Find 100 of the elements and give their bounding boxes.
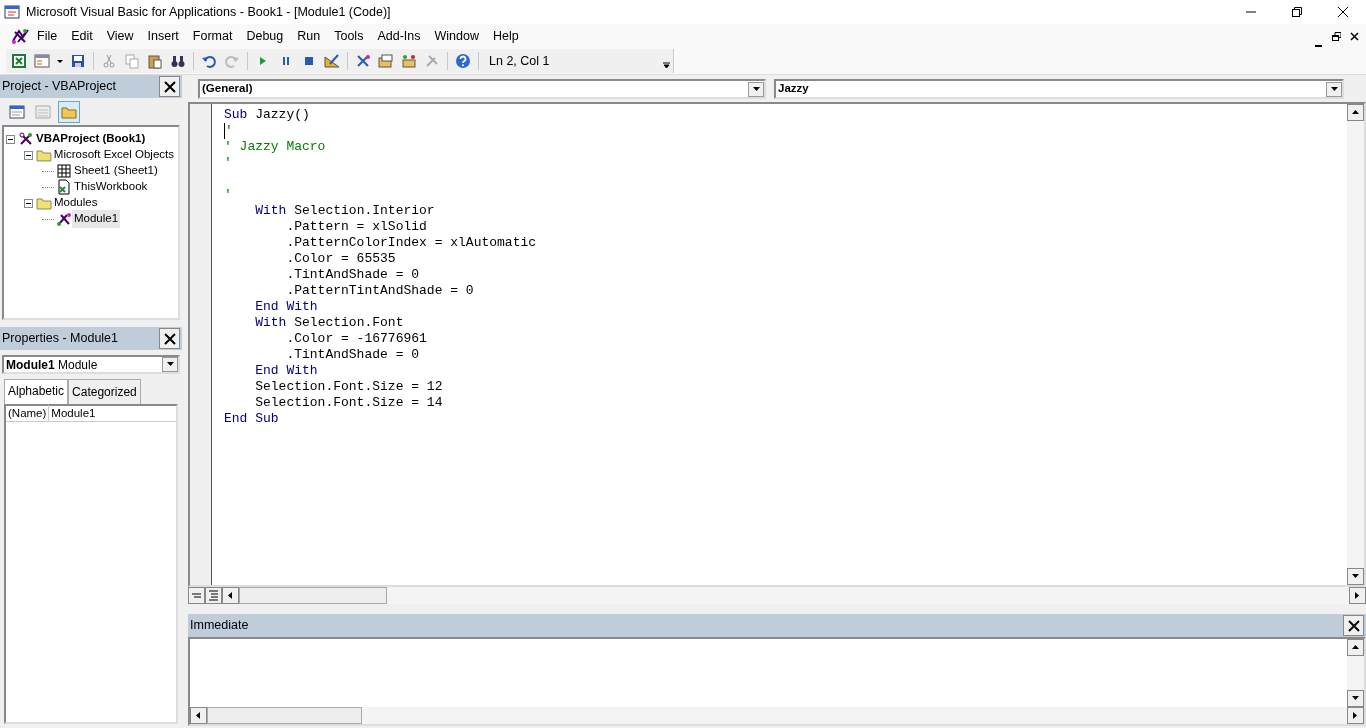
scroll-up-button[interactable] — [1347, 639, 1364, 656]
lines-icon — [208, 590, 219, 601]
scroll-left-button[interactable] — [190, 707, 207, 724]
toggle-folders-button[interactable] — [58, 100, 80, 123]
toolbox-icon — [424, 53, 440, 69]
paste-icon — [147, 53, 163, 69]
lines-icon — [191, 591, 202, 600]
panel-title: Project - VBAProject — [2, 78, 116, 96]
tree-item[interactable]: Modules — [52, 194, 100, 212]
copy-icon — [124, 53, 140, 69]
code-line: End With — [254, 299, 318, 315]
object-combo[interactable]: (General) — [198, 79, 766, 99]
macro-icon[interactable] — [10, 27, 30, 45]
form-icon — [34, 53, 50, 69]
scroll-right-button[interactable] — [1347, 707, 1364, 724]
triangle-up-icon — [1351, 643, 1360, 652]
tab[interactable]: Categorized — [68, 379, 141, 404]
code-line: With Selection.Font — [254, 315, 404, 331]
scroll-down-button[interactable] — [1347, 568, 1364, 585]
full-module-view-button[interactable] — [205, 587, 222, 604]
code-line: Sub Jazzy() — [224, 107, 310, 123]
procedure-view-button[interactable] — [188, 587, 205, 604]
close-icon — [163, 332, 176, 345]
object-name: Module1 — [6, 357, 55, 372]
tree-item[interactable]: Module1 — [72, 210, 121, 228]
close-button[interactable] — [159, 328, 180, 349]
help-icon — [455, 53, 471, 69]
menu-item[interactable]: View — [99, 24, 141, 48]
code-line: ' — [224, 123, 233, 139]
design-mode-icon — [324, 53, 340, 69]
menu-item[interactable]: Debug — [239, 24, 291, 48]
sheet-icon — [56, 163, 72, 179]
tree-item[interactable]: ThisWorkbook — [72, 178, 150, 196]
scroll-down-button[interactable] — [1347, 690, 1364, 707]
code-line: .PatternColorIndex = xlAutomatic — [285, 235, 537, 251]
menu-item[interactable]: Window — [427, 24, 486, 48]
menu-item[interactable]: Add-Ins — [370, 24, 428, 48]
procedure-combo[interactable]: Jazzy — [774, 79, 1344, 99]
close-icon — [1347, 619, 1360, 632]
menu-item[interactable]: Help — [485, 24, 526, 48]
code-line: ' — [224, 187, 232, 203]
redo-icon — [224, 53, 240, 69]
code-line: .Color = -16776961 — [285, 331, 427, 347]
close-button[interactable] — [159, 76, 180, 97]
code-line: With Selection.Interior — [254, 203, 435, 219]
panel-title: Properties - Module1 — [2, 330, 119, 348]
window-title: Microsoft Visual Basic for Applications - Book1 - [Module1 (Code)] — [26, 3, 391, 21]
code-line: Selection.Font.Size = 14 — [254, 395, 443, 411]
module-icon — [56, 211, 72, 227]
code-line: .TintAndShade = 0 — [285, 347, 420, 363]
tab[interactable]: Alphabetic — [4, 379, 69, 404]
code-line: Selection.Font.Size = 12 — [254, 379, 443, 395]
close-button[interactable] — [1343, 615, 1364, 636]
scroll-left-button[interactable] — [222, 587, 239, 604]
scroll-thumb[interactable] — [239, 587, 387, 604]
triangle-left-icon — [194, 711, 203, 720]
code-line: .Color = 65535 — [285, 251, 396, 267]
scroll-thumb[interactable] — [207, 707, 362, 724]
binoculars-icon — [170, 53, 186, 69]
menu-item[interactable]: Tools — [327, 24, 371, 48]
restore-icon — [1331, 31, 1341, 41]
property-value[interactable]: Module1 — [49, 404, 98, 423]
tree-item[interactable]: Sheet1 (Sheet1) — [72, 162, 160, 180]
scroll-right-button[interactable] — [1349, 587, 1366, 604]
folder-icon — [36, 147, 52, 163]
tree-item[interactable]: VBAProject (Book1) — [34, 130, 148, 148]
caret-icon — [165, 360, 175, 369]
excel-icon — [11, 53, 27, 69]
panel-title: Immediate — [190, 617, 249, 635]
menu-item[interactable]: Edit — [64, 24, 100, 48]
menu-item[interactable]: Format — [185, 24, 240, 48]
folder-icon — [36, 195, 52, 211]
expander-icon[interactable] — [6, 134, 15, 144]
code-view-icon — [9, 103, 25, 120]
caret-icon — [57, 59, 63, 63]
undo-icon — [201, 53, 217, 69]
menu-item[interactable]: File — [30, 24, 65, 48]
cursor-position: Ln 2, Col 1 — [488, 52, 551, 70]
triangle-right-icon — [1353, 591, 1362, 600]
menu-item[interactable]: Run — [290, 24, 328, 48]
save-icon — [70, 53, 86, 69]
expander-icon[interactable] — [24, 198, 33, 208]
project-icon — [18, 131, 34, 147]
scissors-icon — [101, 53, 117, 69]
code-line: .TintAndShade = 0 — [285, 267, 420, 283]
tree-item[interactable]: Microsoft Excel Objects — [51, 146, 176, 164]
restore-icon — [1292, 7, 1302, 17]
object-view-icon — [35, 103, 51, 120]
triangle-right-icon — [1351, 711, 1360, 720]
close-icon — [1349, 31, 1359, 41]
properties-icon — [378, 53, 394, 69]
triangle-down-icon — [1351, 694, 1360, 703]
object-browser-icon — [401, 53, 417, 69]
close-icon — [1338, 7, 1348, 17]
code-line: .Pattern = xlSolid — [285, 219, 427, 235]
object-dropdown[interactable]: Module1 Module — [2, 355, 180, 374]
triangle-left-icon — [226, 591, 235, 600]
scroll-up-button[interactable] — [1347, 104, 1364, 121]
menu-item[interactable]: Insert — [140, 24, 186, 48]
expander-icon[interactable] — [24, 150, 33, 160]
